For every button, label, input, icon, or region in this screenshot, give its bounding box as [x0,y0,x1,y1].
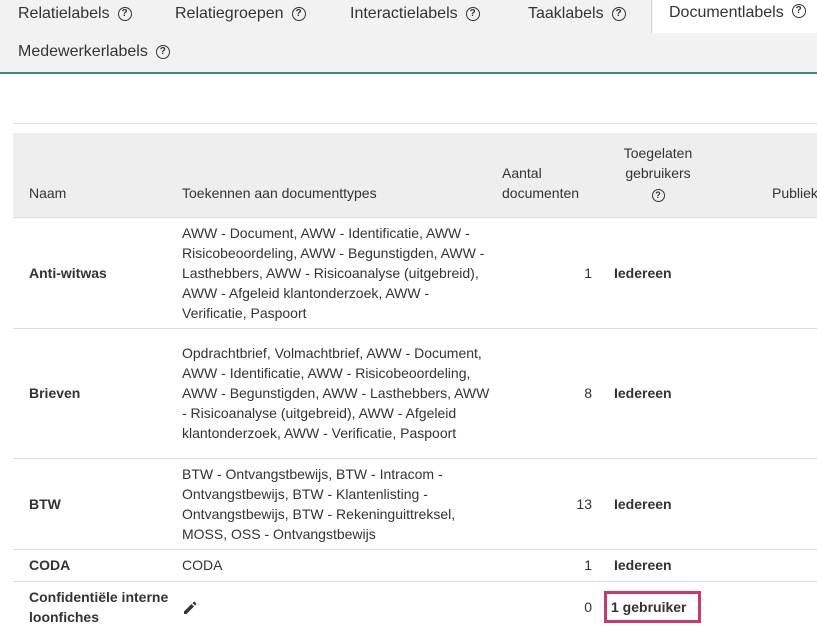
label-name: Anti-witwas [13,216,182,328]
label-document-types [182,580,502,632]
column-header-users: Toegelaten gebruikers ? [602,133,732,217]
label-document-count: 1 [502,548,602,581]
tab-label: Interactielabels [350,5,458,22]
label-document-types: BTW - Ontvangstbewijs, BTW - Intracom - … [182,457,502,549]
allowed-users-highlight[interactable]: 1 gebruiker [604,590,702,623]
tab-label: Relatielabels [18,5,110,22]
help-icon[interactable]: ? [291,7,306,21]
tab-taaklabels[interactable]: Taaklabels ? [528,0,626,28]
help-icon[interactable]: ? [117,7,132,21]
tab-label: Documentlabels [669,4,784,21]
help-icon[interactable]: ? [611,7,626,21]
column-header-users-line1: Toegelaten [623,144,693,161]
tab-label: Taaklabels [528,5,604,22]
label-document-count: 0 [502,580,602,632]
help-icon[interactable]: ? [155,45,170,59]
column-header-types: Toekennen aan documenttypes [182,133,502,217]
table-row[interactable]: Brieven Opdrachtbrief, Volmachtbrief, AW… [13,327,817,458]
tab-interactielabels[interactable]: Interactielabels ? [350,0,480,28]
column-header-count-line2: documenten [502,184,580,201]
label-public [732,457,817,549]
column-header-name[interactable]: Naam [13,133,182,217]
table-row[interactable]: CODA CODA 1 Iedereen [13,548,817,581]
label-document-count: 13 [502,457,602,549]
label-name: CODA [13,548,182,581]
label-public [732,580,817,632]
column-header-count[interactable]: Aantal documenten [502,133,602,217]
table-row[interactable]: Anti-witwas AWW - Document, AWW - Identi… [13,216,817,328]
tab-bar: Relatielabels ? Relatiegroepen ? Interac… [0,0,817,74]
table-header-row: Naam Toekennen aan documenttypes Aantal … [13,133,817,217]
label-allowed-users[interactable]: Iedereen [602,216,732,328]
table-row[interactable]: Confidentiële interne loonfiches 0 1 geb… [13,580,817,632]
help-icon[interactable]: ? [465,7,480,21]
label-name: Brieven [13,327,182,458]
pencil-icon[interactable] [182,600,198,616]
label-allowed-users[interactable]: Iedereen [602,457,732,549]
tab-relatielabels[interactable]: Relatielabels ? [18,0,132,28]
label-allowed-users[interactable]: Iedereen [602,548,732,581]
help-icon[interactable]: ? [791,4,806,18]
label-document-types: AWW - Document, AWW - Identificatie, AWW… [182,216,502,328]
label-public [732,216,817,328]
tab-label: Relatiegroepen [175,5,284,22]
label-public [732,548,817,581]
tab-label: Medewerkerlabels [18,43,148,60]
label-document-types: Opdrachtbrief, Volmachtbrief, AWW - Docu… [182,327,502,458]
label-allowed-users[interactable]: Iedereen [602,327,732,458]
document-labels-table: Naam Toekennen aan documenttypes Aantal … [13,133,817,632]
tab-relatiegroepen[interactable]: Relatiegroepen ? [175,0,306,28]
divider [13,123,817,124]
label-document-count: 8 [502,327,602,458]
tab-medewerkerlabels[interactable]: Medewerkerlabels ? [18,38,170,66]
label-document-types: CODA [182,548,502,581]
label-allowed-users[interactable]: 1 gebruiker [602,580,732,632]
help-icon[interactable]: ? [651,188,665,202]
label-name: Confidentiële interne loonfiches [13,580,182,632]
label-document-count: 1 [502,216,602,328]
column-header-users-line2: gebruikers [625,164,691,181]
label-name: BTW [13,457,182,549]
column-header-count-line1: Aantal [502,164,542,181]
label-public [732,327,817,458]
table-row[interactable]: BTW BTW - Ontvangstbewijs, BTW - Intraco… [13,457,817,549]
tab-documentlabels[interactable]: Documentlabels ? [651,0,817,33]
column-header-public: Publiek op [732,133,817,217]
